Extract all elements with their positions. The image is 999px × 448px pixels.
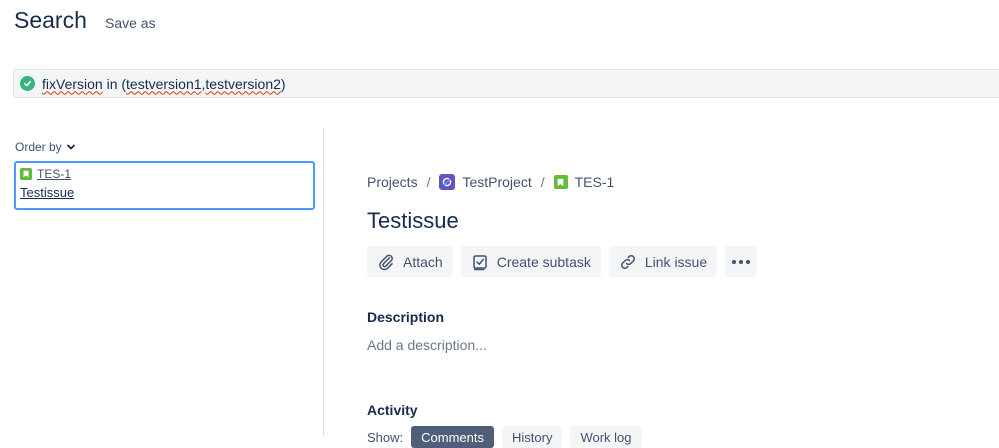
page-title: Search xyxy=(14,7,87,33)
link-icon xyxy=(620,254,635,269)
description-field[interactable]: Add a description... xyxy=(367,337,487,353)
activity-filter: Show: Comments History Work log xyxy=(367,426,642,448)
tab-work-log[interactable]: Work log xyxy=(570,426,642,448)
project-avatar-icon xyxy=(439,174,456,190)
breadcrumb-separator: / xyxy=(426,174,431,190)
issue-toolbar: Attach Create subtask Link issue xyxy=(367,246,758,277)
breadcrumb-issue[interactable]: TES-1 xyxy=(553,174,615,190)
attach-label: Attach xyxy=(403,253,443,270)
issue-title[interactable]: Testissue xyxy=(367,208,459,234)
order-by-dropdown[interactable]: Order by xyxy=(15,140,76,154)
paperclip-icon xyxy=(379,254,393,270)
jql-value-2: testversion2 xyxy=(205,75,281,92)
panel-divider[interactable] xyxy=(323,128,324,436)
jql-query-input[interactable]: fixVersion in ( testversion1 , testversi… xyxy=(13,69,999,98)
tab-history[interactable]: History xyxy=(502,426,563,448)
jql-operator: in ( xyxy=(102,75,127,92)
more-horizontal-icon xyxy=(732,259,751,264)
issue-key: TES-1 xyxy=(37,167,72,181)
activity-heading: Activity xyxy=(367,402,418,418)
create-subtask-button[interactable]: Create subtask xyxy=(460,246,601,277)
breadcrumb-project-label: TestProject xyxy=(462,174,532,190)
issue-key-link[interactable]: TES-1 xyxy=(20,167,309,181)
description-heading: Description xyxy=(367,309,445,325)
jql-value-1: testversion1 xyxy=(126,75,202,92)
breadcrumb: Projects / TestProject / TES-1 xyxy=(367,174,614,190)
tab-comments[interactable]: Comments xyxy=(411,426,494,448)
story-icon xyxy=(20,168,32,180)
save-as-button[interactable]: Save as xyxy=(105,15,156,31)
chevron-down-icon xyxy=(66,144,75,150)
jql-close: ) xyxy=(280,75,286,92)
jql-field: fixVersion xyxy=(42,75,103,92)
issue-summary-link[interactable]: Testissue xyxy=(20,185,309,200)
breadcrumb-projects[interactable]: Projects xyxy=(367,174,418,190)
breadcrumb-separator: / xyxy=(540,174,545,190)
attach-button[interactable]: Attach xyxy=(367,246,453,277)
more-actions-button[interactable] xyxy=(725,246,758,277)
order-by-label: Order by xyxy=(15,140,62,154)
create-subtask-label: Create subtask xyxy=(496,253,591,270)
breadcrumb-project[interactable]: TestProject xyxy=(439,174,532,190)
check-circle-icon xyxy=(20,76,35,91)
breadcrumb-issue-key: TES-1 xyxy=(574,174,615,190)
issue-list-item[interactable]: TES-1 Testissue xyxy=(14,161,315,210)
show-label: Show: xyxy=(367,429,404,445)
story-icon xyxy=(553,175,568,189)
link-issue-button[interactable]: Link issue xyxy=(608,246,718,277)
subtask-icon xyxy=(472,254,487,270)
link-issue-label: Link issue xyxy=(644,253,708,270)
